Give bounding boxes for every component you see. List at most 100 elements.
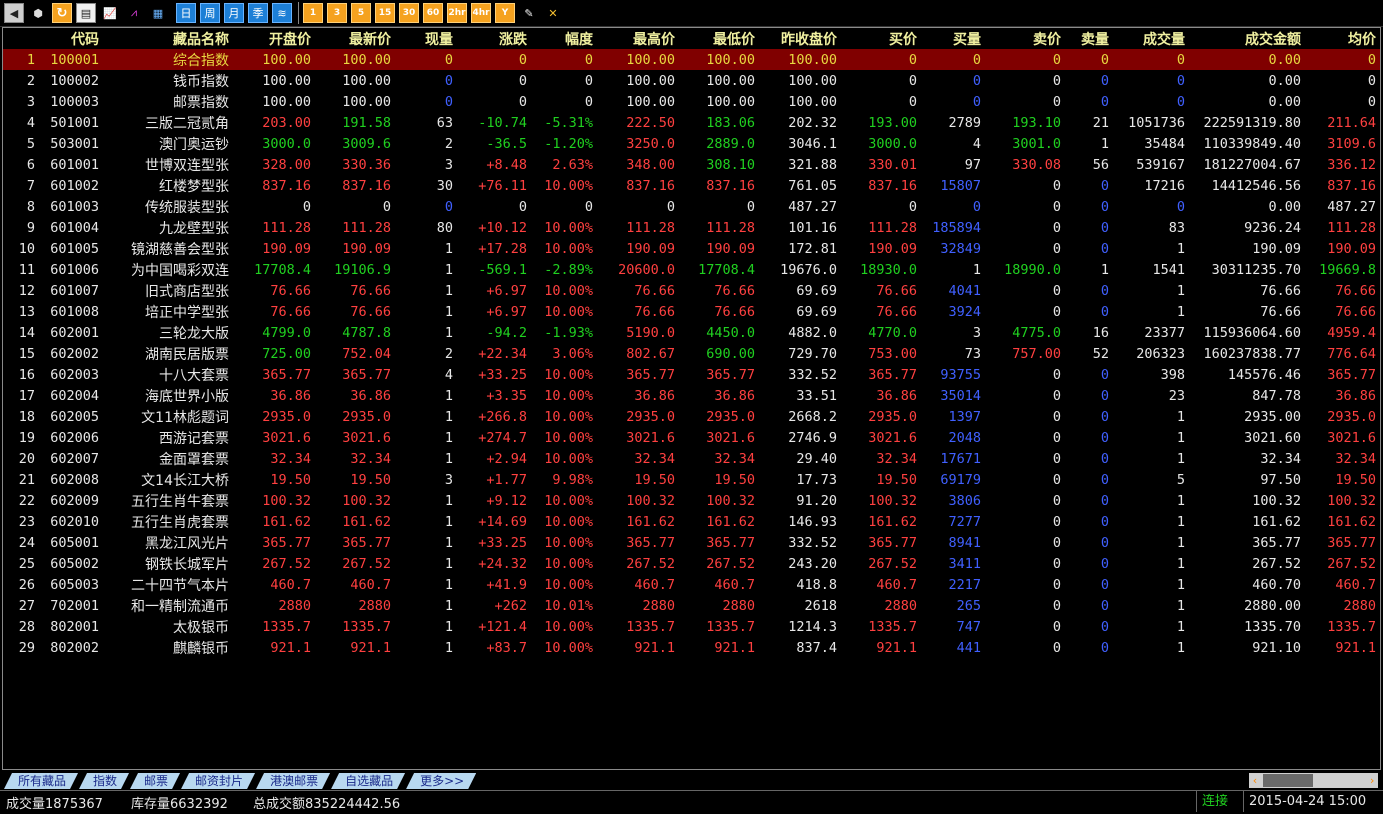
table-row[interactable]: 18 602005 文11林彪题词 2935.0 2935.0 1 +266.8 10.00%… [3, 406, 1380, 427]
table-icon[interactable]: ▦ [148, 3, 168, 23]
table-row[interactable]: 10 601005 镜湖慈善会型张 190.09 190.09 1 +17.28 10.00%… [3, 238, 1380, 259]
tab-2[interactable]: 邮票 [130, 773, 180, 789]
cell-chg: +14.69 [478, 513, 527, 530]
column-header-10[interactable]: 昨收盘价 [759, 28, 841, 49]
cell-ask: 0 [985, 49, 1065, 70]
cell-ask: 0 [1052, 513, 1061, 530]
table-row[interactable]: 27 702001 和一精制流通币 2880 2880 1 +262 10.01% 2880 28… [3, 595, 1380, 616]
clipboard-icon[interactable]: ▤ [76, 3, 96, 23]
row-number: 1 [3, 49, 39, 70]
chart-icon[interactable]: 📈 [100, 3, 120, 23]
table-row[interactable]: 14 602001 三轮龙大版 4799.0 4787.8 1 -94.2 -1.93% 519… [3, 322, 1380, 343]
column-header-13[interactable]: 卖价 [985, 28, 1065, 49]
column-header-17[interactable]: 均价 [1305, 28, 1380, 49]
cell-ask: 0 [1052, 408, 1061, 425]
column-header-1[interactable]: 代码 [39, 28, 103, 49]
quote-table-panel: 代码 藏品名称 开盘价 最新价 现量 涨跌 幅度 最高价 最低价 昨收盘价 买价 买量 卖价 卖量 成交量成… [2, 27, 1381, 770]
table-row[interactable]: 21 602008 文14长江大桥 19.50 19.50 3 +1.77 9.98% 19.5… [3, 469, 1380, 490]
scroll-left-icon[interactable]: ‹ [1249, 773, 1261, 788]
table-row[interactable]: 16 602003 十八大套票 365.77 365.77 4 +33.25 10.00% 36… [3, 364, 1380, 385]
table-row[interactable]: 23 602010 五行生肖虎套票 161.62 161.62 1 +14.69 10.00%… [3, 511, 1380, 532]
column-header-16[interactable]: 成交金额 [1189, 28, 1305, 49]
scrollbar-thumb[interactable] [1263, 774, 1313, 787]
scroll-right-icon[interactable]: › [1366, 773, 1378, 788]
column-header-12[interactable]: 买量 [921, 28, 985, 49]
column-header-15[interactable]: 成交量 [1113, 28, 1189, 49]
cell-amt: 110339849.40 [1203, 135, 1301, 152]
kline-icon[interactable]: ⩘ [124, 3, 144, 23]
column-header-3[interactable]: 开盘价 [233, 28, 315, 49]
column-header-2[interactable]: 藏品名称 [103, 28, 233, 49]
minute-button-2[interactable]: 5 [351, 3, 371, 23]
table-row[interactable]: 24 605001 黑龙江风光片 365.77 365.77 1 +33.25 10.00% 3… [3, 532, 1380, 553]
tab-3[interactable]: 邮资封片 [181, 773, 255, 789]
column-header-7[interactable]: 幅度 [531, 28, 597, 49]
tab-6[interactable]: 更多>> [406, 773, 476, 789]
row-number: 21 [18, 471, 35, 488]
period-button-1[interactable]: 周 [200, 3, 220, 23]
refresh-icon[interactable]: ↻ [52, 3, 72, 23]
column-header-6[interactable]: 涨跌 [457, 28, 531, 49]
tools-icon[interactable]: ✕ [543, 3, 563, 23]
table-row[interactable]: 20 602007 金面罩套票 32.34 32.34 1 +2.94 10.00% 32.34… [3, 448, 1380, 469]
cell-low: 190.09 [706, 240, 755, 257]
table-row[interactable]: 29 802002 麒麟银币 921.1 921.1 1 +83.7 10.00% 921.1 9… [3, 637, 1380, 658]
column-header-14[interactable]: 卖量 [1065, 28, 1113, 49]
edit-icon[interactable]: ✎ [519, 3, 539, 23]
table-row[interactable]: 6 601001 世博双连型张 328.00 330.36 3 +8.48 2.63% 348.… [3, 154, 1380, 175]
cube-icon[interactable]: ⬢ [28, 3, 48, 23]
table-row[interactable]: 7 601002 红楼梦型张 837.16 837.16 30 +76.11 10.00% 83… [3, 175, 1380, 196]
minute-button-8[interactable]: Y [495, 3, 515, 23]
table-row[interactable]: 22 602009 五行生肖牛套票 100.32 100.32 1 +9.12 10.00% 1… [3, 490, 1380, 511]
tab-1[interactable]: 指数 [79, 773, 129, 789]
minute-button-7[interactable]: 4hr [471, 3, 491, 23]
table-row[interactable]: 26 605003 二十四节气本片 460.7 460.7 1 +41.9 10.00% 460… [3, 574, 1380, 595]
column-header-4[interactable]: 最新价 [315, 28, 395, 49]
table-row[interactable]: 1 100001 综合指数 100.00 100.00 0 0 0 100.00 100.00 10… [3, 49, 1380, 70]
column-header-11[interactable]: 买价 [841, 28, 921, 49]
cell-bid: 19.50 [876, 471, 917, 488]
table-row[interactable]: 28 802001 太极银币 1335.7 1335.7 1 +121.4 10.00% 133… [3, 616, 1380, 637]
table-row[interactable]: 3 100003 邮票指数 100.00 100.00 0 0 0 100.00 100.00 10… [3, 91, 1380, 112]
period-button-3[interactable]: 季 [248, 3, 268, 23]
table-row[interactable]: 12 601007 旧式商店型张 76.66 76.66 1 +6.97 10.00% 76.6… [3, 280, 1380, 301]
cell-open: 19.50 [270, 471, 311, 488]
minute-button-3[interactable]: 15 [375, 3, 395, 23]
cell-bidv: 2789 [948, 114, 981, 131]
back-arrow-icon[interactable]: ◀ [4, 3, 24, 23]
column-header-9[interactable]: 最低价 [679, 28, 759, 49]
table-row[interactable]: 8 601003 传统服装型张 0 0 0 0 0 0 0 487.27 0 0 0 0 0 0.00 487.2… [3, 196, 1380, 217]
table-row[interactable]: 4 501001 三版二冠贰角 203.00 191.58 63 -10.74 -5.31% 2… [3, 112, 1380, 133]
tab-0[interactable]: 所有藏品 [4, 773, 78, 789]
column-header-5[interactable]: 现量 [395, 28, 457, 49]
table-row[interactable]: 2 100002 钱币指数 100.00 100.00 0 0 0 100.00 100.00 10… [3, 70, 1380, 91]
tab-4[interactable]: 港澳邮票 [256, 773, 330, 789]
table-row[interactable]: 17 602004 海底世界小版 36.86 36.86 1 +3.35 10.00% 36.8… [3, 385, 1380, 406]
cell-high: 837.16 [626, 177, 675, 194]
minute-button-0[interactable]: 1 [303, 3, 323, 23]
horizontal-scrollbar[interactable]: ‹ › [1249, 773, 1378, 788]
table-row[interactable]: 5 503001 澳门奥运钞 3000.0 3009.6 2 -36.5 -1.20% 3250… [3, 133, 1380, 154]
period-button-2[interactable]: 月 [224, 3, 244, 23]
minute-button-5[interactable]: 60 [423, 3, 443, 23]
cell-name: 五行生肖虎套票 [131, 514, 229, 531]
column-header-0[interactable] [3, 28, 39, 49]
connection-status[interactable]: 连接 [1196, 791, 1244, 812]
period-button-4[interactable]: ≋ [272, 3, 292, 23]
cell-vol: 1 [444, 408, 453, 425]
table-row[interactable]: 19 602006 西游记套票 3021.6 3021.6 1 +274.7 10.00% 30… [3, 427, 1380, 448]
table-row[interactable]: 11 601006 为中国喝彩双连 17708.4 19106.9 1 -569.1 -2.8… [3, 259, 1380, 280]
tab-5[interactable]: 自选藏品 [331, 773, 405, 789]
cell-chg: 0 [518, 72, 527, 89]
table-row[interactable]: 15 602002 湖南民居版票 725.00 752.04 2 +22.34 3.06% 80… [3, 343, 1380, 364]
minute-button-1[interactable]: 3 [327, 3, 347, 23]
table-row[interactable]: 9 601004 九龙壁型张 111.28 111.28 80 +10.12 10.00% 11… [3, 217, 1380, 238]
row-number: 2 [26, 72, 35, 89]
cell-avg: 76.66 [1335, 303, 1376, 320]
table-row[interactable]: 25 605002 钢铁长城军片 267.52 267.52 1 +24.32 10.00% 2… [3, 553, 1380, 574]
minute-button-4[interactable]: 30 [399, 3, 419, 23]
column-header-8[interactable]: 最高价 [597, 28, 679, 49]
minute-button-6[interactable]: 2hr [447, 3, 467, 23]
period-button-0[interactable]: 日 [176, 3, 196, 23]
table-row[interactable]: 13 601008 培正中学型张 76.66 76.66 1 +6.97 10.00% 76.6… [3, 301, 1380, 322]
